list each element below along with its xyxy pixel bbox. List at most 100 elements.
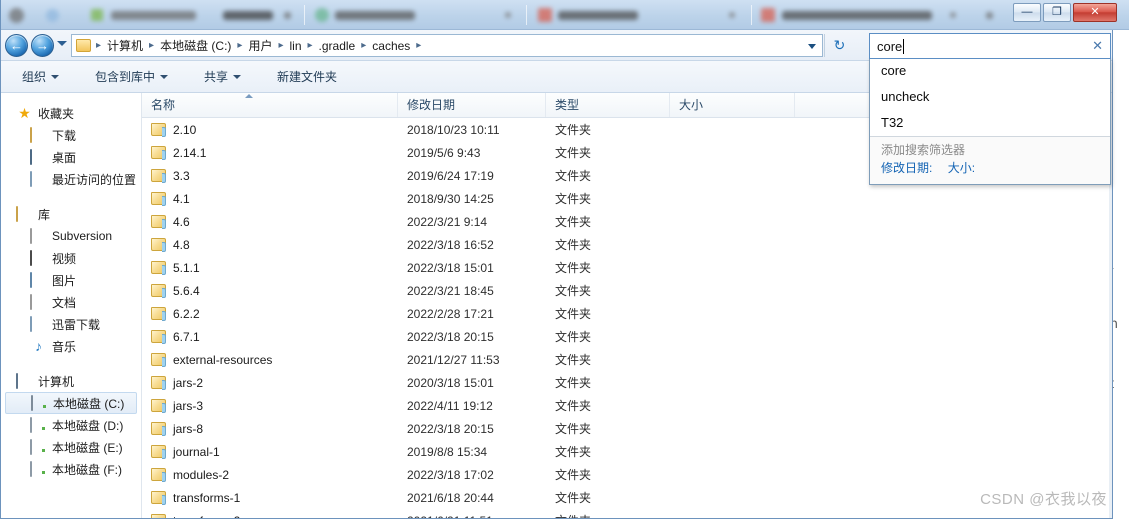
breadcrumb-item-5[interactable]: caches xyxy=(369,38,413,54)
table-row[interactable]: transforms-2 2021/6/21 11:51文件夹 xyxy=(142,509,1112,518)
sidebar-item-documents[interactable]: 文档 xyxy=(1,291,141,313)
sidebar-item-drive-e[interactable]: 本地磁盘 (E:) xyxy=(1,436,141,458)
close-icon[interactable]: ✕ xyxy=(1092,39,1103,53)
file-name-cell[interactable]: 5.1.1 xyxy=(142,261,398,275)
table-row[interactable]: transforms-1 2021/6/18 20:44 文件夹 xyxy=(142,486,1112,509)
folder-icon xyxy=(151,284,166,298)
share-button[interactable]: 共享 xyxy=(199,64,246,89)
table-row[interactable]: external-resources 2021/12/27 11:53 文件夹 xyxy=(142,348,1112,371)
column-header-type[interactable]: 类型 xyxy=(546,93,670,117)
tab-close-2[interactable] xyxy=(505,12,511,18)
file-name-cell[interactable]: 6.7.1 xyxy=(142,330,398,344)
table-row[interactable]: 4.8 2022/3/18 16:52 文件夹 xyxy=(142,233,1112,256)
tab-close-1[interactable] xyxy=(284,12,291,19)
back-button[interactable]: ← xyxy=(5,34,28,57)
table-row[interactable]: 4.6 2022/3/21 9:14 文件夹 xyxy=(142,210,1112,233)
file-name-cell[interactable]: jars-3 xyxy=(142,399,398,413)
suggestion-item[interactable]: core xyxy=(870,58,1110,84)
include-in-library-button[interactable]: 包含到库中 xyxy=(90,64,173,89)
new-tab-button[interactable] xyxy=(986,12,993,19)
table-row[interactable]: jars-8 2022/3/18 20:15 文件夹 xyxy=(142,417,1112,440)
table-row[interactable]: 6.2.2 2022/2/28 17:21 文件夹 xyxy=(142,302,1112,325)
file-name-cell[interactable]: 4.1 xyxy=(142,192,398,206)
file-name-cell[interactable]: 2.10 xyxy=(142,123,398,137)
chevron-down-icon[interactable] xyxy=(808,44,816,49)
tab-title-1[interactable] xyxy=(111,11,196,20)
table-row[interactable]: jars-2 2020/3/18 15:01 文件夹 xyxy=(142,371,1112,394)
table-row[interactable]: 5.6.4 2022/3/21 18:45 文件夹 xyxy=(142,279,1112,302)
file-name-cell[interactable]: 4.8 xyxy=(142,238,398,252)
suggestion-item[interactable]: T32 xyxy=(870,110,1110,136)
refresh-icon[interactable]: ↻ xyxy=(829,35,850,56)
breadcrumb-separator[interactable]: ▸ xyxy=(234,40,245,51)
sidebar-item-music[interactable]: ♪ 音乐 xyxy=(1,335,141,357)
sidebar-group-computer[interactable]: 计算机 xyxy=(1,370,141,392)
file-name-cell[interactable]: 3.3 xyxy=(142,169,398,183)
recent-pages-dropdown-icon[interactable] xyxy=(57,41,67,46)
search-box[interactable]: core ✕ xyxy=(869,33,1111,59)
filter-date-modified[interactable]: 修改日期: xyxy=(881,159,932,178)
table-row[interactable]: journal-1 2019/8/8 15:34 文件夹 xyxy=(142,440,1112,463)
file-name-cell[interactable]: transforms-2 xyxy=(142,514,398,518)
breadcrumb-item-4[interactable]: .gradle xyxy=(316,38,359,54)
table-row[interactable]: modules-2 2022/3/18 17:02 文件夹 xyxy=(142,463,1112,486)
folder-icon xyxy=(151,491,166,505)
breadcrumb-item-3[interactable]: lin xyxy=(286,38,304,54)
file-name-cell[interactable]: transforms-1 xyxy=(142,491,398,505)
tab-title-4[interactable] xyxy=(558,11,638,20)
tab-close-3[interactable] xyxy=(729,12,735,18)
minimize-button[interactable]: — xyxy=(1013,3,1041,22)
sidebar-group-libraries[interactable]: 库 xyxy=(1,203,141,225)
sidebar-item-recent-places[interactable]: 最近访问的位置 xyxy=(1,168,141,190)
sidebar-item-desktop[interactable]: 桌面 xyxy=(1,146,141,168)
breadcrumb-item-0[interactable]: 计算机 xyxy=(104,36,146,55)
sidebar-group-favorites[interactable]: ★ 收藏夹 xyxy=(1,102,141,124)
tab-close-4[interactable] xyxy=(950,12,956,18)
column-header-name[interactable]: 名称 xyxy=(142,93,398,117)
file-name-cell[interactable]: 5.6.4 xyxy=(142,284,398,298)
breadcrumb-separator[interactable]: ▸ xyxy=(146,40,157,51)
sidebar-item-drive-f[interactable]: 本地磁盘 (F:) xyxy=(1,458,141,480)
file-name-cell[interactable]: jars-8 xyxy=(142,422,398,436)
tab-title-3[interactable] xyxy=(335,11,415,20)
organize-label: 组织 xyxy=(22,70,47,84)
close-button[interactable]: ✕ xyxy=(1073,3,1117,22)
table-row[interactable]: 5.1.1 2022/3/18 15:01 文件夹 xyxy=(142,256,1112,279)
sidebar-item-downloads[interactable]: 下载 xyxy=(1,124,141,146)
table-row[interactable]: jars-3 2022/4/11 19:12 文件夹 xyxy=(142,394,1112,417)
breadcrumb-item-1[interactable]: 本地磁盘 (C:) xyxy=(157,36,234,55)
filter-size[interactable]: 大小: xyxy=(948,159,975,178)
file-name-cell[interactable]: modules-2 xyxy=(142,468,398,482)
file-name-cell[interactable]: jars-2 xyxy=(142,376,398,390)
file-name-cell[interactable]: 4.6 xyxy=(142,215,398,229)
breadcrumb-item-2[interactable]: 用户 xyxy=(245,36,275,55)
breadcrumb-separator[interactable]: ▸ xyxy=(413,40,424,51)
file-name-cell[interactable]: 6.2.2 xyxy=(142,307,398,321)
file-name-cell[interactable]: external-resources xyxy=(142,353,398,367)
breadcrumb-separator[interactable]: ▸ xyxy=(93,40,104,51)
table-row[interactable]: 6.7.1 2022/3/18 20:15 文件夹 xyxy=(142,325,1112,348)
sidebar-item-pictures[interactable]: 图片 xyxy=(1,269,141,291)
file-name-cell[interactable]: 2.14.1 xyxy=(142,146,398,160)
breadcrumb-separator[interactable]: ▸ xyxy=(305,40,316,51)
breadcrumb-separator[interactable]: ▸ xyxy=(275,40,286,51)
sidebar-item-subversion[interactable]: Subversion xyxy=(1,225,141,247)
file-name-cell[interactable]: journal-1 xyxy=(142,445,398,459)
tab-title-5[interactable] xyxy=(782,11,932,20)
tab-title-2[interactable] xyxy=(223,11,273,20)
breadcrumb[interactable]: ▸ 计算机 ▸ 本地磁盘 (C:) ▸ 用户 ▸ lin ▸ .gradle ▸… xyxy=(71,34,823,57)
organize-button[interactable]: 组织 xyxy=(17,64,64,89)
sidebar-item-thunder-download[interactable]: 迅雷下载 xyxy=(1,313,141,335)
column-header-date[interactable]: 修改日期 xyxy=(398,93,546,117)
maximize-button[interactable]: ❐ xyxy=(1043,3,1071,22)
column-header-size[interactable]: 大小 xyxy=(670,93,795,117)
sidebar-item-drive-c[interactable]: 本地磁盘 (C:) xyxy=(5,392,137,414)
breadcrumb-separator[interactable]: ▸ xyxy=(358,40,369,51)
sidebar-item-drive-d[interactable]: 本地磁盘 (D:) xyxy=(1,414,141,436)
forward-button[interactable]: → xyxy=(31,34,54,57)
new-folder-button[interactable]: 新建文件夹 xyxy=(272,64,342,89)
suggestion-item[interactable]: uncheck xyxy=(870,84,1110,110)
search-input[interactable]: core xyxy=(877,39,902,54)
sidebar-item-videos[interactable]: 视频 xyxy=(1,247,141,269)
table-row[interactable]: 4.1 2018/9/30 14:25 文件夹 xyxy=(142,187,1112,210)
